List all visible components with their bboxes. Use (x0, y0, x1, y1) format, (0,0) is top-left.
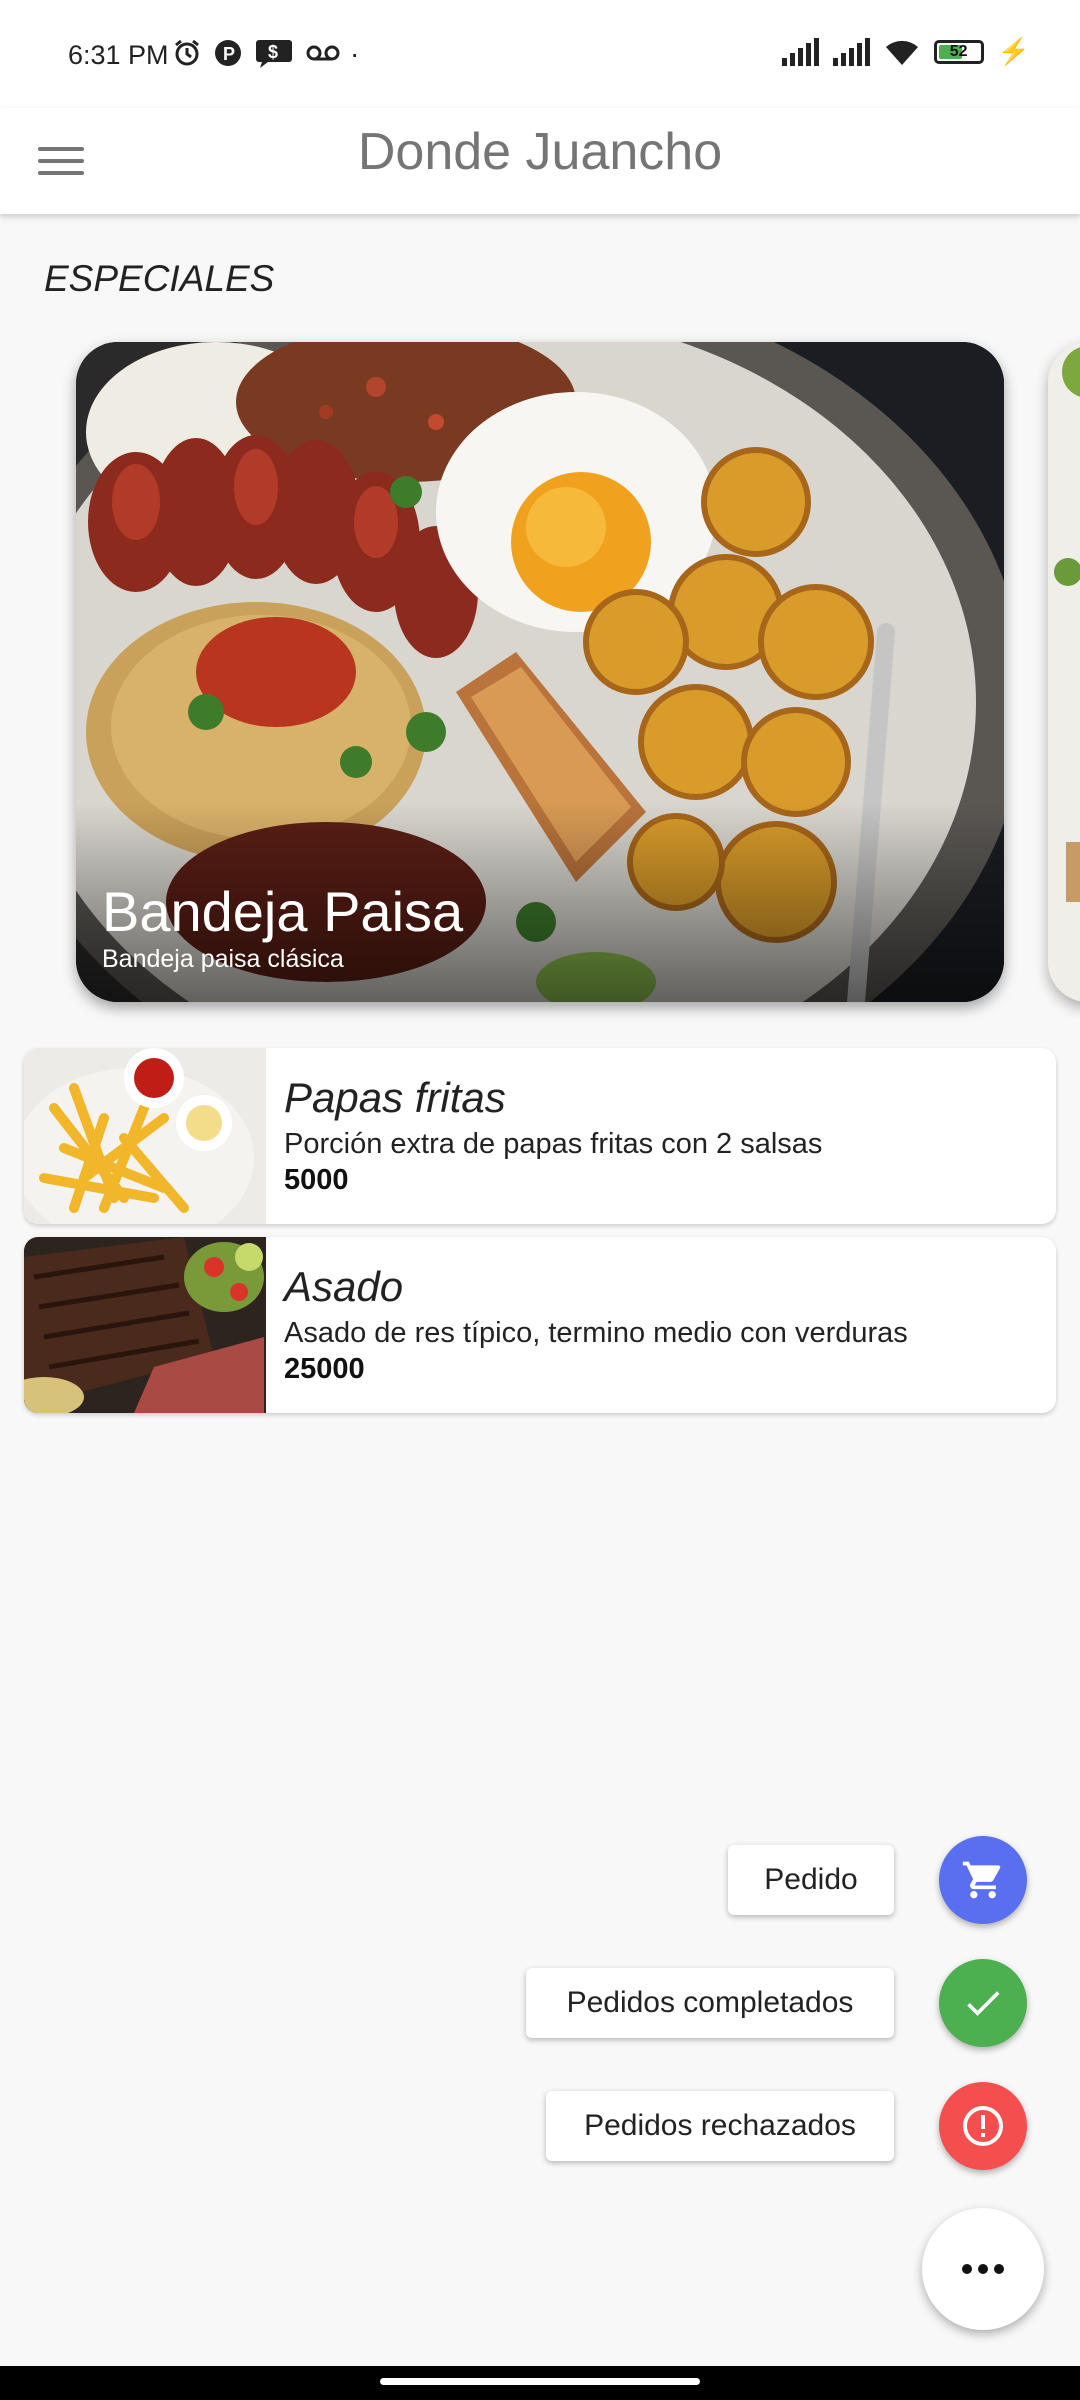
section-title: ESPECIALES (44, 258, 275, 299)
svg-text:$: $ (268, 42, 278, 62)
pedidos-completados-label[interactable]: Pedidos completados (526, 1968, 894, 2038)
home-gesture-handle[interactable] (380, 2378, 700, 2385)
menu-item-price: 25000 (284, 1353, 365, 1385)
status-more-dot: · (350, 38, 360, 69)
battery-level: 52 (949, 42, 968, 60)
menu-item-asado[interactable]: Asado Asado de res típico, termino medio… (24, 1237, 1056, 1413)
featured-dish-name: Bandeja Paisa (102, 880, 464, 943)
error-icon (963, 2106, 1003, 2146)
voicemail-icon (306, 45, 340, 61)
pedido-button[interactable] (939, 1836, 1027, 1924)
speed-dial-main-button[interactable] (922, 2208, 1044, 2330)
app-bar: Donde Juancho (0, 108, 1080, 214)
menu-item-description: Asado de res típico, termino medio con v… (284, 1317, 908, 1349)
signal-icon (832, 37, 870, 66)
menu-item-price: 5000 (284, 1164, 349, 1196)
navigation-bar (0, 2366, 1080, 2400)
papas-fritas-image (24, 1048, 266, 1224)
more-horizontal-icon (962, 2264, 1004, 2274)
battery-icon: 52 (933, 39, 984, 64)
cart-icon (962, 1861, 1001, 1899)
pedido-label[interactable]: Pedido (728, 1845, 894, 1915)
status-time: 6:31 PM (68, 40, 169, 70)
svg-text:P: P (223, 44, 235, 64)
check-icon (967, 1991, 1000, 2016)
status-bar: 6:31 PM P $ · 52 ⚡ (0, 0, 1080, 108)
asado-image (24, 1237, 266, 1413)
featured-dish-card[interactable]: Bandeja Paisa Bandeja paisa clásica (76, 342, 1004, 1002)
app-title: Donde Juancho (357, 123, 723, 181)
status-system-icons: 52 ⚡ (781, 36, 1030, 67)
next-dish-image (1048, 342, 1080, 1002)
menu-item-name: Papas fritas (284, 1074, 506, 1121)
pedidos-completados-button[interactable] (939, 1959, 1027, 2047)
alarm-icon (175, 39, 199, 66)
wifi-icon (885, 40, 918, 65)
menu-item-name: Asado (284, 1263, 404, 1310)
message-icon: $ (256, 40, 292, 68)
menu-item-description: Porción extra de papas fritas con 2 sals… (284, 1128, 823, 1160)
next-featured-card[interactable] (1048, 342, 1080, 1002)
menu-item-papas-fritas[interactable]: Papas fritas Porción extra de papas frit… (24, 1048, 1056, 1224)
charging-icon: ⚡ (997, 36, 1030, 66)
pedidos-rechazados-label[interactable]: Pedidos rechazados (546, 2091, 894, 2161)
featured-dish-description: Bandeja paisa clásica (102, 945, 344, 973)
pedidos-rechazados-button[interactable] (939, 2082, 1027, 2170)
signal-icon (781, 37, 819, 66)
status-notification-icons: P $ (172, 38, 340, 68)
p-icon: P (215, 40, 241, 66)
